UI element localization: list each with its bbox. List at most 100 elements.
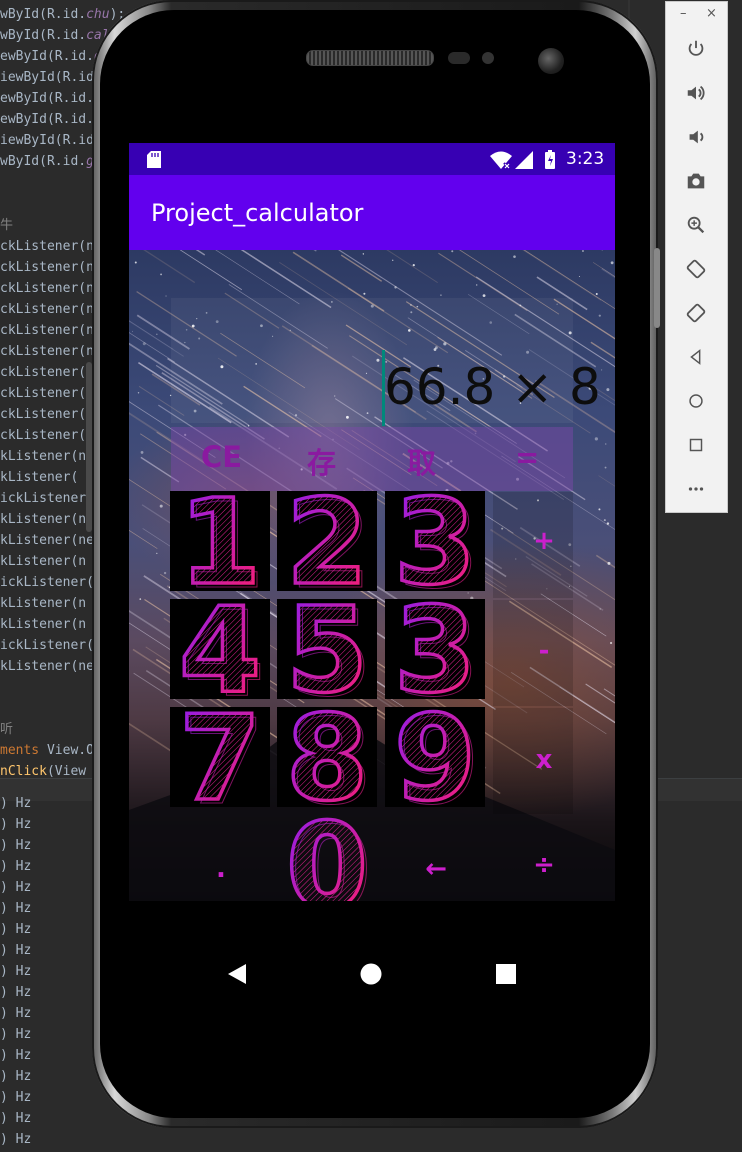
code-line: ewById(R.id.d [0,49,102,64]
code-line: ckListener(n [0,260,94,275]
digit-three-button[interactable]: 33 [385,491,485,591]
svg-text:7: 7 [183,707,265,807]
code-line: ckListener( [0,365,87,380]
code-line: ewById(R.id. [0,112,94,127]
console-line: ) Hz [0,1027,32,1042]
divide-button[interactable]: ÷ [514,850,574,880]
wifi-icon [490,151,512,170]
clear-entry-button[interactable]: CE [201,440,242,474]
svg-text:0: 0 [290,815,372,901]
console-line: ) Hz [0,922,32,937]
code-line: kListener(n [0,596,87,611]
status-icons [490,150,555,170]
code-line: wById(R.id.chu); [0,7,126,22]
code-line: kListener( [0,470,79,485]
code-line: ckListener(n [0,281,94,296]
digit-four-button[interactable]: 44 [170,599,270,699]
code-line: ckListener(n [0,344,94,359]
svg-text:5: 5 [290,599,372,699]
console-line: ) Hz [0,985,32,1000]
rotate-left-icon[interactable] [683,256,709,282]
code-line: iewById(R.id [0,133,94,148]
power-icon[interactable] [683,36,709,62]
digit-zero-button[interactable]: 00 [277,815,377,901]
svg-text:9: 9 [398,707,480,807]
code-line: wById(R.id.g [0,154,94,169]
plus-button[interactable]: + [514,526,574,556]
code-line: iewById(R.id [0,70,94,85]
decimal-point-button[interactable]: . [191,854,251,884]
digit-nine-button[interactable]: 99 [385,707,485,807]
more-icon[interactable] [683,476,709,502]
code-line: ewById(R.id. [0,91,94,106]
digit-one-button[interactable]: 11 [170,491,270,591]
earpiece-speaker [306,50,434,66]
signal-icon [515,151,533,169]
console-line: ) Hz [0,859,32,874]
camera-icon[interactable] [683,168,709,194]
zoom-icon[interactable] [683,212,709,238]
code-line: kListener(n [0,554,87,569]
code-line: ckListener(n [0,323,94,338]
overview-icon[interactable] [683,432,709,458]
device-screen: 3:23 Project_calculator 66.8 × 8 CE 存 取 … [129,143,615,1007]
code-line: ments View.O [0,743,94,758]
memory-recall-button[interactable]: 取 [407,440,436,482]
svg-text:8: 8 [290,707,372,807]
code-line: ckListener(n [0,239,94,254]
status-bar: 3:23 [129,143,615,175]
console-line: ) Hz [0,964,32,979]
home-icon[interactable] [683,388,709,414]
code-line: kListener(ne [0,659,94,674]
proximity-sensor [448,52,470,64]
front-camera [538,48,564,74]
svg-text:4: 4 [183,599,265,699]
console-line: ) Hz [0,1006,32,1021]
svg-text:3: 3 [398,491,480,591]
close-button[interactable]: × [706,6,717,21]
code-line: kListener(n [0,512,87,527]
light-sensor [482,52,494,64]
toolbar-window-controls: – × [666,2,727,28]
volume-down-icon[interactable] [683,124,709,150]
minus-button[interactable]: - [514,636,574,666]
console-line: ) Hz [0,796,32,811]
code-line: kListener(n [0,617,87,632]
svg-text:3: 3 [398,599,480,699]
equals-button[interactable]: = [515,440,539,474]
expression-text[interactable]: 66.8 × 8 [384,358,601,416]
digit-two-button[interactable]: 22 [277,491,377,591]
code-line: ickListener( [0,491,94,506]
calculator-content: 66.8 × 8 CE 存 取 = 112233 445533 77889900 +… [129,250,615,901]
console-line: ) Hz [0,1069,32,1084]
nav-back-icon[interactable] [226,963,248,985]
back-icon[interactable] [683,344,709,370]
nav-home-icon[interactable] [360,963,382,985]
rotate-right-icon[interactable] [683,300,709,326]
digit-three-button[interactable]: 33 [385,599,485,699]
minimize-button[interactable]: – [680,6,687,21]
code-line: ckListener( [0,386,87,401]
console-line: ) Hz [0,1048,32,1063]
digit-eight-button[interactable]: 88 [277,707,377,807]
svg-text:2: 2 [290,491,372,591]
code-comment: 听 [0,722,14,737]
digit-five-button[interactable]: 55 [277,599,377,699]
code-line: ckListener( [0,407,87,422]
phone-side-button[interactable] [654,248,660,328]
status-time: 3:23 [566,149,605,169]
code-line: ckListener( [0,428,87,443]
navigation-bar [129,901,615,1007]
volume-up-icon[interactable] [683,80,709,106]
app-title: Project_calculator [151,199,364,227]
backspace-button[interactable]: ← [406,854,466,884]
console-line: ) Hz [0,1111,32,1126]
nav-overview-icon[interactable] [496,964,516,984]
multiply-button[interactable]: x [514,745,574,775]
sd-card-icon [147,151,161,168]
console-line: ) Hz [0,901,32,916]
code-comment: 牛 [0,218,14,233]
digit-seven-button[interactable]: 77 [170,707,270,807]
memory-store-button[interactable]: 存 [307,440,336,482]
code-line: kListener(ne [0,533,94,548]
